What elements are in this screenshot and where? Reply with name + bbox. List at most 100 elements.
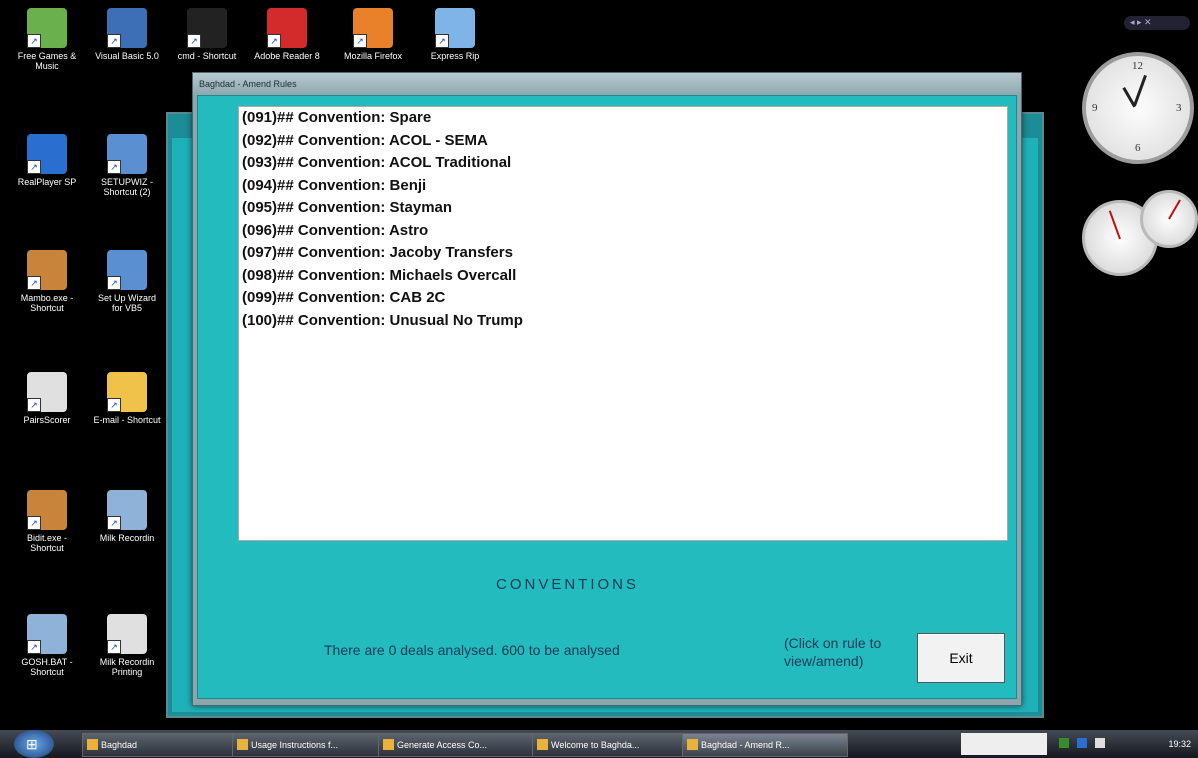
desktop-icon-label: GOSH.BAT - Shortcut	[21, 657, 73, 677]
rule-row[interactable]: (092)## Convention: ACOL - SEMA	[239, 130, 1007, 153]
desktop-icon[interactable]: ↗ Milk Recordin Printing	[92, 614, 162, 677]
clock-gadget[interactable]: 12 3 6 9	[1082, 52, 1194, 164]
desktop-icon-label: Bidit.exe - Shortcut	[26, 533, 68, 553]
shortcut-icon: ↗	[27, 614, 67, 654]
rule-row[interactable]: (094)## Convention: Benji	[239, 175, 1007, 198]
rule-row[interactable]: (091)## Convention: Spare	[239, 107, 1007, 130]
shortcut-icon: ↗	[107, 490, 147, 530]
memory-meter-gadget[interactable]	[1140, 190, 1198, 248]
network-icon[interactable]	[1059, 738, 1069, 748]
analysis-status: There are 0 deals analysed. 600 to be an…	[324, 642, 620, 658]
shortcut-icon: ↗	[27, 250, 67, 290]
shortcut-icon: ↗	[27, 8, 67, 48]
windows-logo-icon: ⊞	[26, 736, 38, 752]
start-button[interactable]: ⊞	[14, 730, 54, 758]
clock-hour-hand	[1122, 86, 1136, 108]
desktop-icon[interactable]: ↗ cmd - Shortcut	[172, 8, 242, 61]
taskbar-button-label: Baghdad - Amend R...	[701, 740, 790, 750]
taskbar-button[interactable]: Generate Access Co...	[378, 733, 542, 757]
clock-numeral: 6	[1135, 142, 1141, 154]
taskbar-button[interactable]: Usage Instructions f...	[232, 733, 388, 757]
desktop-icon[interactable]: ↗ RealPlayer SP	[12, 134, 82, 187]
clock-numeral: 3	[1176, 102, 1182, 114]
shortcut-arrow-icon: ↗	[107, 34, 121, 48]
taskbar-button[interactable]: Welcome to Baghda...	[532, 733, 694, 757]
shortcut-icon: ↗	[27, 372, 67, 412]
window-title: Baghdad - Amend Rules	[199, 79, 297, 89]
shortcut-icon: ↗	[435, 8, 475, 48]
shortcut-arrow-icon: ↗	[27, 160, 41, 174]
shortcut-arrow-icon: ↗	[107, 640, 121, 654]
shortcut-arrow-icon: ↗	[27, 516, 41, 530]
app-icon	[383, 739, 394, 750]
shortcut-icon: ↗	[27, 134, 67, 174]
sidebar-controls[interactable]: ◂ ▸ ✕	[1124, 16, 1190, 30]
exit-button[interactable]: Exit	[917, 633, 1005, 683]
amend-rules-window[interactable]: Baghdad - Amend Rules (091)## Convention…	[192, 72, 1022, 706]
shortcut-icon: ↗	[353, 8, 393, 48]
app-icon	[537, 739, 548, 750]
taskbar-button-label: Usage Instructions f...	[251, 740, 339, 750]
tray-box[interactable]	[961, 733, 1047, 755]
desktop-icon[interactable]: ↗ Mozilla Firefox	[338, 8, 408, 61]
shortcut-icon: ↗	[107, 250, 147, 290]
shortcut-arrow-icon: ↗	[187, 34, 201, 48]
desktop-icon[interactable]: ↗ E-mail - Shortcut	[92, 372, 162, 425]
desktop: ↗ Free Games & Music ↗ Visual Basic 5.0 ↗ cmd…	[0, 0, 1198, 730]
taskbar-button[interactable]: Baghdad - Amend R...	[682, 733, 848, 757]
clock-minute-hand	[1133, 74, 1147, 106]
taskbar-time[interactable]: 19:32	[1168, 733, 1191, 755]
shortcut-icon: ↗	[107, 8, 147, 48]
shortcut-icon: ↗	[107, 372, 147, 412]
desktop-icon[interactable]: ↗ Free Games & Music	[12, 8, 82, 71]
desktop-icon[interactable]: ↗ GOSH.BAT - Shortcut	[12, 614, 82, 677]
rules-list[interactable]: (091)## Convention: Spare (092)## Convent…	[238, 106, 1008, 541]
clock-numeral: 9	[1092, 102, 1098, 114]
volume-icon[interactable]	[1095, 738, 1105, 748]
taskbar-button[interactable]: Baghdad	[82, 733, 242, 757]
rule-row[interactable]: (097)## Convention: Jacoby Transfers	[239, 242, 1007, 265]
app-icon	[687, 739, 698, 750]
desktop-icon-label: RealPlayer SP	[17, 177, 77, 187]
shortcut-icon: ↗	[27, 490, 67, 530]
shortcut-arrow-icon: ↗	[27, 640, 41, 654]
rule-row[interactable]: (098)## Convention: Michaels Overcall	[239, 265, 1007, 288]
taskbar-button-label: Baghdad	[101, 740, 138, 750]
desktop-icon-label: cmd - Shortcut	[177, 51, 237, 61]
desktop-icon[interactable]: ↗ Adobe Reader 8	[252, 8, 322, 61]
desktop-icon[interactable]: ↗ Bidit.exe - Shortcut	[12, 490, 82, 553]
desktop-icon-label: Milk Recordin	[99, 533, 155, 543]
desktop-icon[interactable]: ↗ Express Rip	[420, 8, 490, 61]
desktop-icon-label: Mozilla Firefox	[343, 51, 402, 61]
desktop-icon[interactable]: ↗ Visual Basic 5.0	[92, 8, 162, 61]
window-client: (091)## Convention: Spare (092)## Convent…	[197, 95, 1017, 699]
desktop-icon[interactable]: ↗ PairsScorer	[12, 372, 82, 425]
desktop-icon[interactable]: ↗ Set Up Wizard for VB5	[92, 250, 162, 313]
app-icon	[237, 739, 248, 750]
click-hint: (Click on rule to view/amend)	[784, 635, 882, 669]
desktop-icon[interactable]: ↗ SETUPWIZ - Shortcut (2)	[92, 134, 162, 197]
shortcut-arrow-icon: ↗	[435, 34, 449, 48]
app-icon	[87, 739, 98, 750]
system-tray: 19:32	[961, 733, 1195, 755]
tray-arrow-icon[interactable]	[1077, 738, 1087, 748]
rule-row[interactable]: (099)## Convention: CAB 2C	[239, 287, 1007, 310]
shortcut-icon: ↗	[187, 8, 227, 48]
desktop-icon-label: Adobe Reader 8	[254, 51, 320, 61]
taskbar-button-label: Welcome to Baghda...	[551, 740, 640, 750]
rule-row[interactable]: (095)## Convention: Stayman	[239, 197, 1007, 220]
shortcut-arrow-icon: ↗	[107, 516, 121, 530]
rule-row[interactable]: (093)## Convention: ACOL Traditional	[239, 152, 1007, 175]
window-titlebar[interactable]: Baghdad - Amend Rules	[193, 73, 1021, 95]
desktop-icon-label: Free Games & Music	[17, 51, 77, 71]
shortcut-arrow-icon: ↗	[107, 160, 121, 174]
meter-needle	[1168, 199, 1181, 220]
clock-numeral: 12	[1132, 60, 1143, 72]
desktop-icon[interactable]: ↗ Mambo.exe - Shortcut	[12, 250, 82, 313]
rule-row[interactable]: (100)## Convention: Unusual No Trump	[239, 310, 1007, 333]
desktop-icon[interactable]: ↗ Milk Recordin	[92, 490, 162, 543]
desktop-icon-label: Set Up Wizard for VB5	[97, 293, 157, 313]
meter-needle	[1108, 210, 1121, 240]
rule-row[interactable]: (096)## Convention: Astro	[239, 220, 1007, 243]
shortcut-arrow-icon: ↗	[107, 276, 121, 290]
